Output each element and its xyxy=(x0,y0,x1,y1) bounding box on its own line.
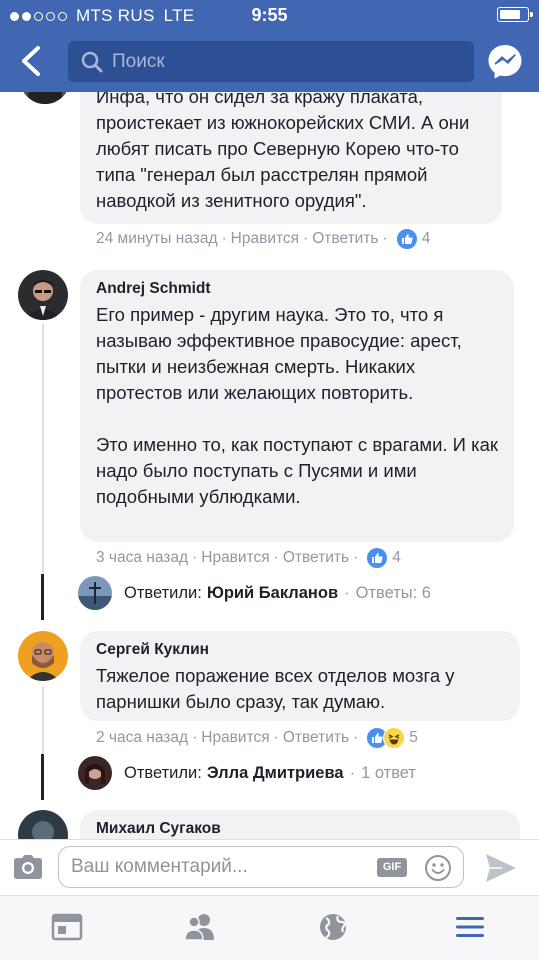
comment-text: Его пример - другим наука. Это то, что я… xyxy=(96,304,499,507)
replied-label: Ответили: xyxy=(124,583,202,602)
comment-meta: 24 минуты назад · Нравится · Ответить · … xyxy=(96,228,430,250)
replies-count: 1 ответ xyxy=(361,763,416,782)
like-reaction-icon xyxy=(395,228,418,250)
like-link[interactable]: Нравится xyxy=(201,549,269,567)
replies-count: Ответы: 6 xyxy=(355,583,431,602)
view-replies-row[interactable]: Ответили: Юрий Бакланов · Ответы: 6 xyxy=(78,576,431,610)
messenger-icon xyxy=(488,45,522,79)
camera-button[interactable] xyxy=(12,853,44,881)
nav-friends[interactable] xyxy=(183,912,217,942)
bottom-navigation xyxy=(0,895,539,960)
comment-author[interactable]: Andrej Schmidt xyxy=(96,280,498,298)
avatar[interactable] xyxy=(18,810,68,839)
person-photo-icon xyxy=(78,576,112,610)
haha-reaction-icon xyxy=(383,727,406,749)
comment-bubble: Сергей Куклин Тяжелое поражение всех отд… xyxy=(80,631,520,721)
person-photo-icon xyxy=(20,92,70,104)
thread-end-line xyxy=(41,754,44,800)
send-button[interactable] xyxy=(484,852,518,884)
news-feed-icon xyxy=(51,913,83,941)
search-icon xyxy=(81,51,103,72)
reactions[interactable]: 5 xyxy=(366,727,418,749)
like-link[interactable]: Нравится xyxy=(231,230,299,248)
sticker-smile-icon[interactable] xyxy=(424,854,452,882)
comment-time: 3 часа назад xyxy=(96,549,189,566)
battery-icon xyxy=(497,7,533,22)
comment-time: 2 часа назад xyxy=(96,729,189,746)
reactions[interactable]: 4 xyxy=(366,547,401,569)
nav-menu[interactable] xyxy=(453,912,487,942)
messenger-button[interactable] xyxy=(486,42,524,80)
person-photo-icon xyxy=(18,810,68,839)
comment-bubble: Andrej Schmidt Его пример - другим наука… xyxy=(80,270,514,542)
thread-end-line xyxy=(41,574,44,620)
reaction-count: 5 xyxy=(409,729,418,746)
globe-icon xyxy=(320,914,347,940)
camera-icon xyxy=(14,855,42,879)
status-bar: MTS RUS LTE 9:55 xyxy=(0,0,539,30)
view-replies-row[interactable]: Ответили: Элла Дмитриева · 1 ответ xyxy=(78,756,416,790)
comment-input[interactable]: Ваш комментарий... GIF xyxy=(58,846,464,888)
replier-name[interactable]: Элла Дмитриева xyxy=(207,764,344,783)
reply-link[interactable]: Ответить xyxy=(283,549,349,567)
avatar[interactable] xyxy=(20,92,70,104)
avatar[interactable] xyxy=(18,270,68,320)
back-arrow-icon xyxy=(22,46,40,76)
status-time: 9:55 xyxy=(251,5,288,25)
comment-composer: Ваш комментарий... GIF xyxy=(0,839,539,895)
person-photo-icon xyxy=(18,270,68,320)
avatar[interactable] xyxy=(18,631,68,681)
comments-feed[interactable]: Инфа, что он сидел за кражу плаката, про… xyxy=(0,92,539,839)
comment-placeholder: Ваш комментарий... xyxy=(71,856,248,877)
comment-bubble: Инфа, что он сидел за кражу плаката, про… xyxy=(80,92,502,224)
search-placeholder: Поиск xyxy=(112,50,165,72)
like-reaction-icon xyxy=(366,547,389,569)
comment-text: Инфа, что он сидел за кражу плаката, про… xyxy=(96,92,470,211)
reaction-count: 4 xyxy=(392,549,401,566)
reply-avatar xyxy=(78,756,112,790)
comment-author[interactable]: Сергей Куклин xyxy=(96,641,504,659)
back-button[interactable] xyxy=(14,42,50,80)
send-icon xyxy=(486,854,516,882)
top-bar: MTS RUS LTE 9:55 Поиск xyxy=(0,0,539,92)
comment-author[interactable]: Михаил Сугаков xyxy=(96,820,504,838)
search-bar[interactable]: Поиск xyxy=(68,41,474,82)
comment-meta: 2 часа назад · Нравится · Ответить · 5 xyxy=(96,727,418,749)
nav-news-feed[interactable] xyxy=(50,912,84,942)
reply-link[interactable]: Ответить xyxy=(283,729,349,747)
thread-line xyxy=(42,324,44,574)
person-photo-icon xyxy=(18,631,68,681)
comment-time: 24 минуты назад xyxy=(96,230,218,247)
reaction-count: 4 xyxy=(421,230,431,247)
friends-icon xyxy=(184,914,214,941)
reply-avatar xyxy=(78,576,112,610)
comment-bubble: Михаил Сугаков xyxy=(80,810,520,839)
comment-text: Тяжелое поражение всех отделов мозга у п… xyxy=(96,665,455,712)
thread-line xyxy=(42,686,44,754)
menu-icon xyxy=(456,917,484,937)
reactions[interactable]: 4 xyxy=(395,228,431,250)
replied-label: Ответили: xyxy=(124,763,202,782)
nav-notifications-globe[interactable] xyxy=(316,912,350,942)
like-link[interactable]: Нравится xyxy=(201,729,269,747)
reply-link[interactable]: Ответить xyxy=(312,230,378,248)
gif-button[interactable]: GIF xyxy=(377,858,407,877)
comment-meta: 3 часа назад · Нравится · Ответить · 4 xyxy=(96,547,401,569)
replier-name[interactable]: Юрий Бакланов xyxy=(207,584,338,603)
person-photo-icon xyxy=(78,756,112,790)
